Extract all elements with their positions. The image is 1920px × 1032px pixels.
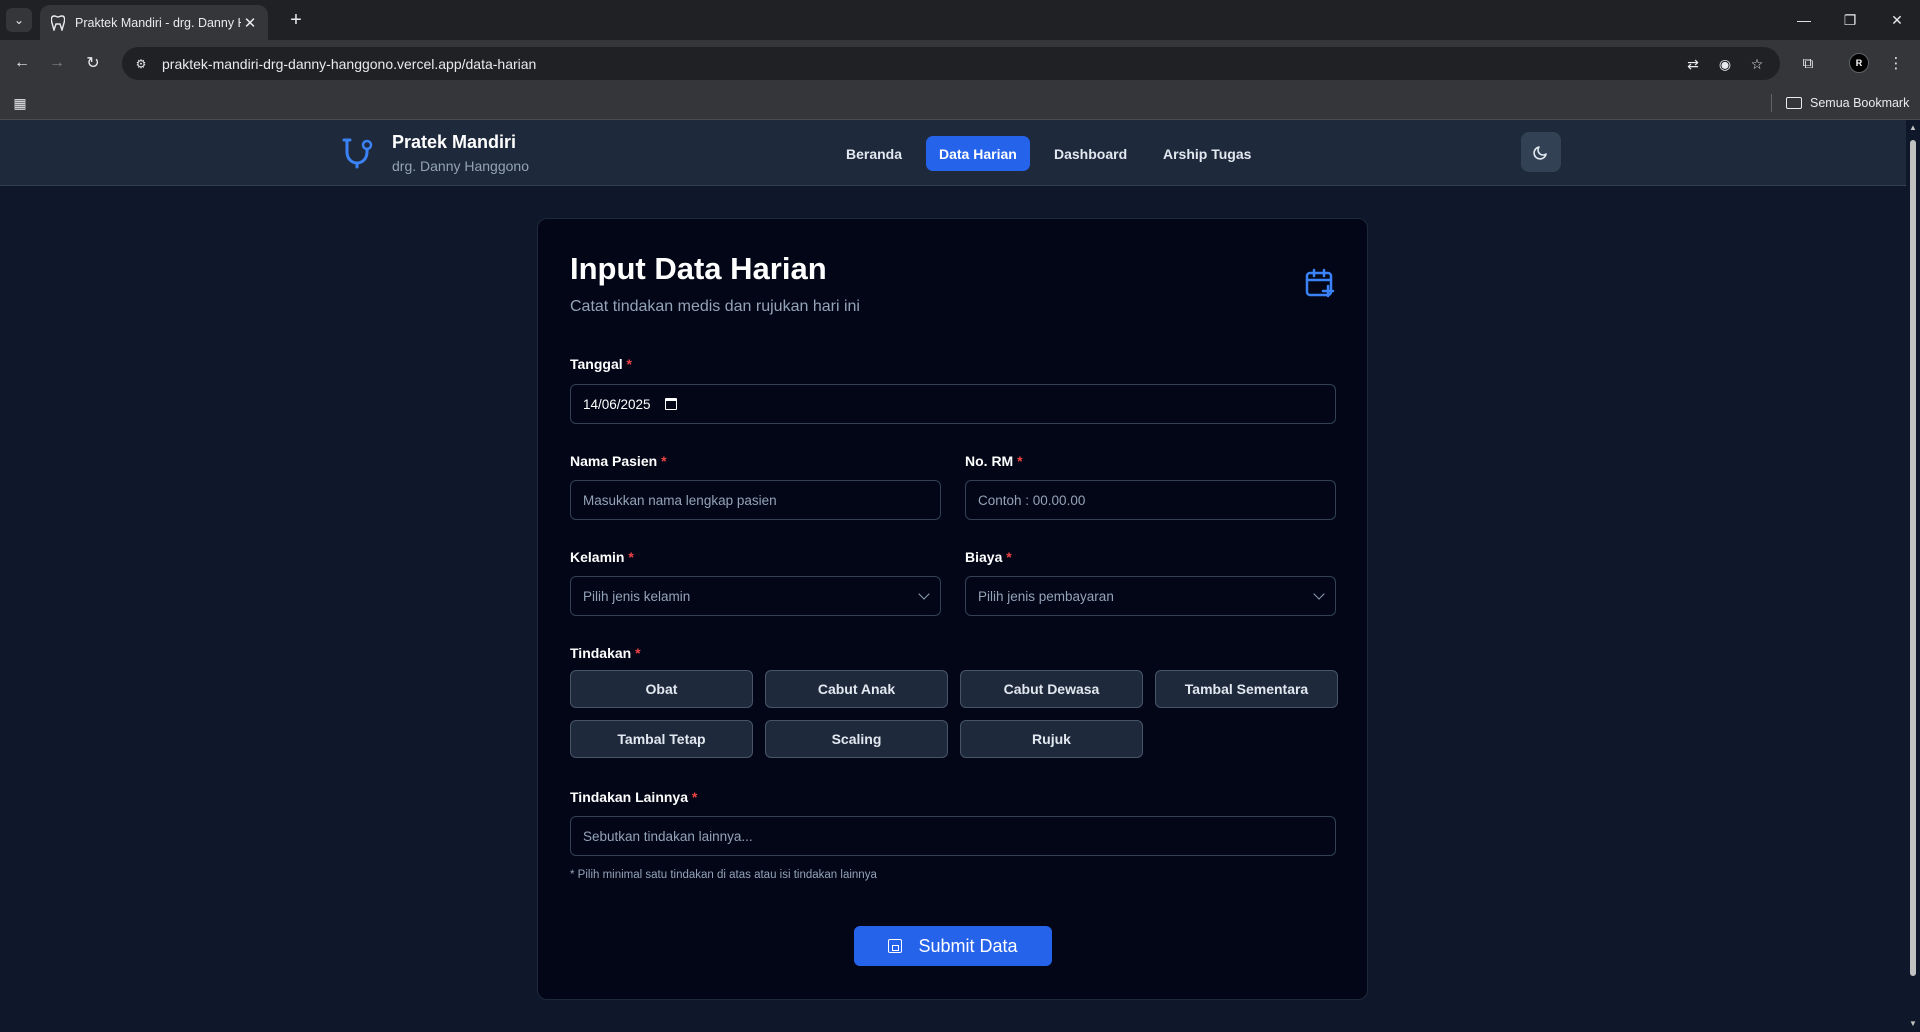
theme-toggle-button[interactable]: [1521, 132, 1561, 172]
tindakan-option-cabut-dewasa[interactable]: Cabut Dewasa: [960, 670, 1143, 708]
required-mark: *: [626, 356, 632, 372]
scroll-down-icon[interactable]: ▼: [1909, 1020, 1917, 1028]
tindakan-option-cabut-anak[interactable]: Cabut Anak: [765, 670, 948, 708]
address-bar[interactable]: ⚙ praktek-mandiri-drg-danny-hanggono.ver…: [122, 47, 1780, 80]
menu-kebab-icon[interactable]: ⋮: [1882, 49, 1910, 77]
forward-icon[interactable]: →: [43, 49, 71, 77]
required-mark: *: [635, 645, 641, 661]
biaya-label-text: Biaya: [965, 549, 1003, 565]
minimize-icon[interactable]: —: [1781, 0, 1827, 40]
brand-title: Pratek Mandiri: [392, 132, 517, 152]
translate-icon[interactable]: ⇄: [1682, 53, 1704, 75]
required-mark: *: [1017, 453, 1023, 469]
tanggal-label-text: Tanggal: [570, 356, 623, 372]
new-tab-icon[interactable]: +: [282, 6, 310, 34]
url-text[interactable]: praktek-mandiri-drg-danny-hanggono.verce…: [162, 56, 536, 72]
stethoscope-icon: [342, 138, 373, 169]
scroll-up-icon[interactable]: ▲: [1909, 124, 1917, 132]
all-bookmarks-label: Semua Bookmark: [1810, 96, 1910, 110]
browser-tab[interactable]: Praktek Mandiri - drg. Danny Hanggono ✕: [40, 5, 268, 40]
tanggal-value: 14/06/2025: [583, 396, 651, 412]
tindakan-label-text: Tindakan: [570, 645, 632, 661]
brand-subtitle: drg. Danny Hanggono: [392, 158, 529, 174]
nama-pasien-label-text: Nama Pasien: [570, 453, 658, 469]
tindakan-lainnya-input[interactable]: Sebutkan tindakan lainnya...: [570, 816, 1336, 856]
page-subtitle: Catat tindakan medis dan rujukan hari in…: [570, 298, 860, 315]
kelamin-label-text: Kelamin: [570, 549, 625, 565]
nav-beranda[interactable]: Beranda: [833, 136, 915, 171]
calendar-plus-icon: [1305, 268, 1335, 298]
site-info-icon[interactable]: ⚙: [130, 53, 152, 75]
tindakan-option-rujuk[interactable]: Rujuk: [960, 720, 1143, 758]
reload-icon[interactable]: ↻: [79, 49, 107, 77]
tab-search-icon[interactable]: ⌄: [6, 8, 32, 32]
extensions-icon[interactable]: ⧉: [1794, 49, 1822, 77]
tindakan-lainnya-label-text: Tindakan Lainnya: [570, 789, 688, 805]
app-navbar: Pratek Mandiri drg. Danny Hanggono Beran…: [0, 120, 1906, 186]
required-mark: *: [1006, 549, 1012, 565]
folder-icon: [1786, 97, 1802, 109]
apps-grid-icon[interactable]: ▦: [10, 93, 30, 113]
tindakan-option-tambal-sementara[interactable]: Tambal Sementara: [1155, 670, 1338, 708]
nama-pasien-input[interactable]: Masukkan nama lengkap pasien: [570, 480, 941, 520]
bookmarks-bar: ▦ Semua Bookmark: [0, 86, 1920, 120]
tindakan-label: Tindakan *: [570, 645, 641, 661]
nav-dashboard[interactable]: Dashboard: [1041, 136, 1140, 171]
all-bookmarks-button[interactable]: Semua Bookmark: [1786, 92, 1909, 114]
no-rm-input[interactable]: Contoh : 00.00.00: [965, 480, 1336, 520]
tindakan-option-tambal-tetap[interactable]: Tambal Tetap: [570, 720, 753, 758]
moon-icon: [1533, 146, 1547, 160]
calendar-picker-icon[interactable]: [664, 398, 677, 410]
biaya-select[interactable]: Pilih jenis pembayaran: [965, 576, 1336, 616]
required-mark: *: [691, 789, 698, 805]
tab-title: Praktek Mandiri - drg. Danny Hanggono: [75, 15, 241, 30]
page-title: Input Data Harian: [570, 251, 827, 286]
tindakan-lainnya-placeholder: Sebutkan tindakan lainnya...: [583, 828, 753, 844]
tooth-favicon-icon: [50, 14, 66, 31]
chevron-down-icon: [918, 588, 930, 600]
tanggal-date-input[interactable]: 14/06/2025: [570, 384, 1336, 424]
tindakan-hint: * Pilih minimal satu tindakan di atas at…: [570, 869, 877, 881]
submit-button[interactable]: Submit Data: [854, 926, 1052, 966]
biaya-placeholder: Pilih jenis pembayaran: [978, 588, 1114, 604]
no-rm-label: No. RM *: [965, 453, 1023, 469]
profile-avatar[interactable]: R: [1849, 53, 1869, 73]
required-mark: *: [661, 453, 667, 469]
nama-pasien-placeholder: Masukkan nama lengkap pasien: [583, 492, 777, 508]
browser-toolbar: ← → ↻ ⚙ praktek-mandiri-drg-danny-hanggo…: [0, 40, 1920, 86]
page-viewport: Pratek Mandiri drg. Danny Hanggono Beran…: [0, 120, 1906, 1032]
page-scrollbar[interactable]: ▲ ▼: [1906, 120, 1920, 1032]
nav-data-harian[interactable]: Data Harian: [926, 136, 1030, 171]
submit-label: Submit Data: [918, 935, 1018, 956]
tindakan-lainnya-label: Tindakan Lainnya *: [570, 789, 697, 805]
bookmark-star-icon[interactable]: ☆: [1746, 53, 1768, 75]
kelamin-placeholder: Pilih jenis kelamin: [583, 588, 691, 604]
kelamin-label: Kelamin *: [570, 549, 634, 565]
scrollbar-thumb[interactable]: [1910, 140, 1916, 976]
chevron-down-icon: [1313, 588, 1325, 600]
biaya-label: Biaya *: [965, 549, 1012, 565]
tanggal-label: Tanggal *: [570, 356, 632, 372]
close-window-icon[interactable]: ✕: [1874, 0, 1920, 40]
tindakan-option-obat[interactable]: Obat: [570, 670, 753, 708]
no-rm-label-text: No. RM: [965, 453, 1014, 469]
browser-tab-bar: ⌄ Praktek Mandiri - drg. Danny Hanggono …: [0, 0, 1920, 40]
tab-close-icon[interactable]: ✕: [242, 14, 258, 32]
no-rm-placeholder: Contoh : 00.00.00: [978, 492, 1086, 508]
bookmarks-divider: [1771, 94, 1772, 112]
eye-icon[interactable]: ◉: [1714, 53, 1736, 75]
back-icon[interactable]: ←: [8, 49, 36, 77]
kelamin-select[interactable]: Pilih jenis kelamin: [570, 576, 941, 616]
required-mark: *: [628, 549, 634, 565]
restore-icon[interactable]: ❐: [1827, 0, 1873, 40]
input-form-card: Input Data Harian Catat tindakan medis d…: [537, 218, 1368, 1000]
nama-pasien-label: Nama Pasien *: [570, 453, 667, 469]
tindakan-option-scaling[interactable]: Scaling: [765, 720, 948, 758]
save-icon: [888, 939, 903, 953]
nav-arship-tugas[interactable]: Arship Tugas: [1150, 136, 1264, 171]
